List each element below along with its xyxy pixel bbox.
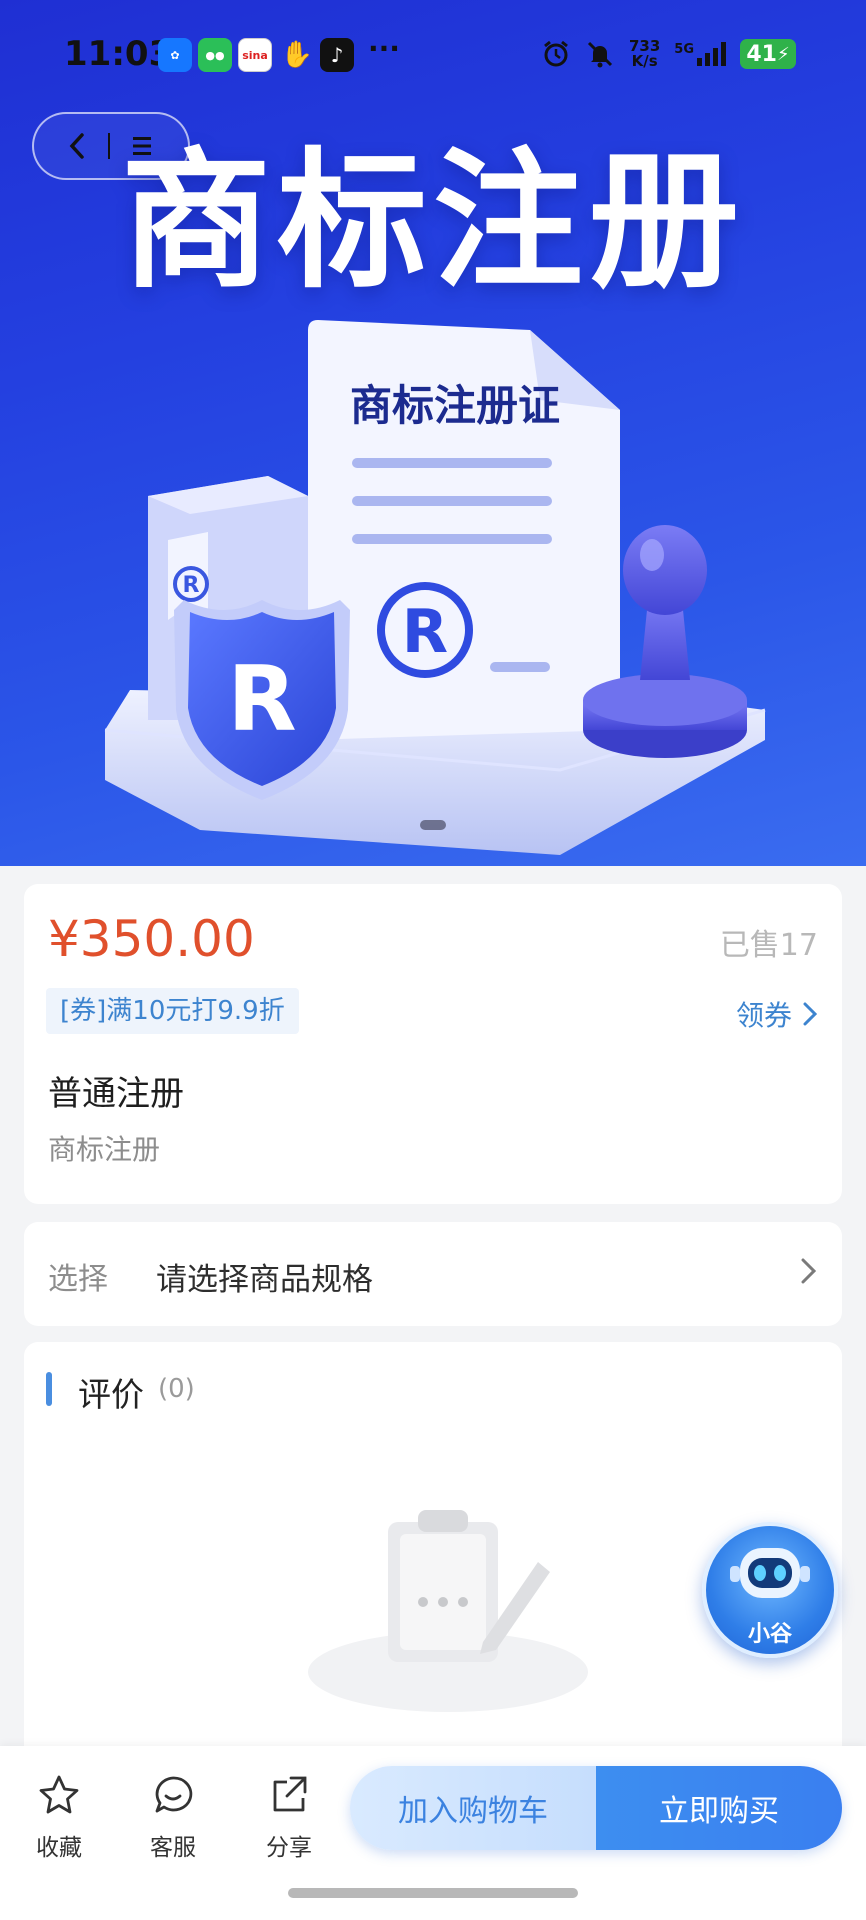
banner-page-indicator	[420, 820, 446, 830]
star-icon	[39, 1775, 79, 1814]
robot-icon	[730, 1548, 810, 1598]
favorite-label: 收藏	[36, 1835, 82, 1861]
customer-service-label: 客服	[150, 1835, 196, 1861]
svg-text:R: R	[227, 647, 296, 752]
status-indicators: 733 K/s 5G 41 ⚡	[541, 36, 796, 72]
svg-text:R: R	[402, 597, 448, 667]
get-coupon-button[interactable]: 领券	[736, 994, 818, 1034]
reviews-title: 评价	[78, 1375, 144, 1414]
net-speed: 733 K/s	[628, 37, 661, 70]
spec-placeholder: 请选择商品规格	[156, 1262, 373, 1298]
hero-title: 商标注册	[120, 135, 745, 309]
favorite-button[interactable]: 收藏	[14, 1774, 104, 1862]
chevron-right-icon	[803, 1002, 818, 1026]
wechat-icon: ●●	[198, 38, 232, 72]
svg-text:商标注册证: 商标注册证	[350, 381, 560, 430]
status-bar: 11:03 ✿ ●● sina ✋ ♪ ··· 733 K/s 5G 41 ⚡	[0, 0, 866, 110]
more-notifications-icon: ···	[368, 32, 400, 65]
status-time: 11:03	[64, 34, 173, 74]
alarm-icon	[544, 40, 568, 67]
signal-icon: 5G	[674, 42, 726, 66]
share-button[interactable]: 分享	[244, 1774, 334, 1862]
section-accent-bar	[46, 1372, 52, 1406]
share-label: 分享	[266, 1835, 312, 1861]
sold-count: 已售17	[719, 928, 818, 963]
trademark-certificate-illustration: R 商标注册证 R R	[104, 320, 766, 855]
chevron-right-icon	[801, 1258, 817, 1284]
mute-bell-icon	[587, 41, 613, 68]
battery-icon: 41 ⚡	[740, 39, 796, 69]
tiktok-icon: ♪	[320, 38, 354, 72]
svg-text:R: R	[183, 573, 200, 598]
spec-label: 选择	[48, 1262, 108, 1297]
purchase-button-group: 加入购物车 立即购买	[350, 1766, 842, 1850]
get-coupon-label: 领券	[735, 999, 792, 1032]
spec-selector[interactable]: 选择 请选择商品规格	[24, 1222, 842, 1326]
share-icon	[273, 1776, 307, 1812]
buy-now-button[interactable]: 立即购买	[596, 1766, 842, 1850]
product-info-card: ¥350.00 已售17 [券]满10元打9.9折 领券 普通注册 商标注册	[24, 884, 842, 1204]
chat-bubble-icon	[155, 1776, 193, 1813]
reviews-count: (0)	[158, 1374, 195, 1404]
product-subtitle: 商标注册	[48, 1133, 161, 1166]
add-to-cart-button[interactable]: 加入购物车	[350, 1766, 596, 1850]
product-name: 普通注册	[48, 1074, 184, 1114]
hand-icon: ✋	[280, 40, 314, 70]
assistant-bot-button[interactable]: 小谷	[702, 1522, 838, 1658]
empty-reviews-icon	[308, 1510, 588, 1712]
product-hero-banner[interactable]: 11:03 ✿ ●● sina ✋ ♪ ··· 733 K/s 5G 41 ⚡ …	[0, 0, 866, 866]
assistant-label: 小谷	[747, 1622, 792, 1647]
alipay-icon: ✿	[158, 38, 192, 72]
sina-icon: sina	[238, 38, 272, 72]
product-price: ¥350.00	[48, 910, 255, 968]
home-indicator[interactable]	[288, 1888, 578, 1898]
coupon-badge: [券]满10元打9.9折	[46, 988, 299, 1034]
customer-service-button[interactable]: 客服	[128, 1774, 218, 1862]
